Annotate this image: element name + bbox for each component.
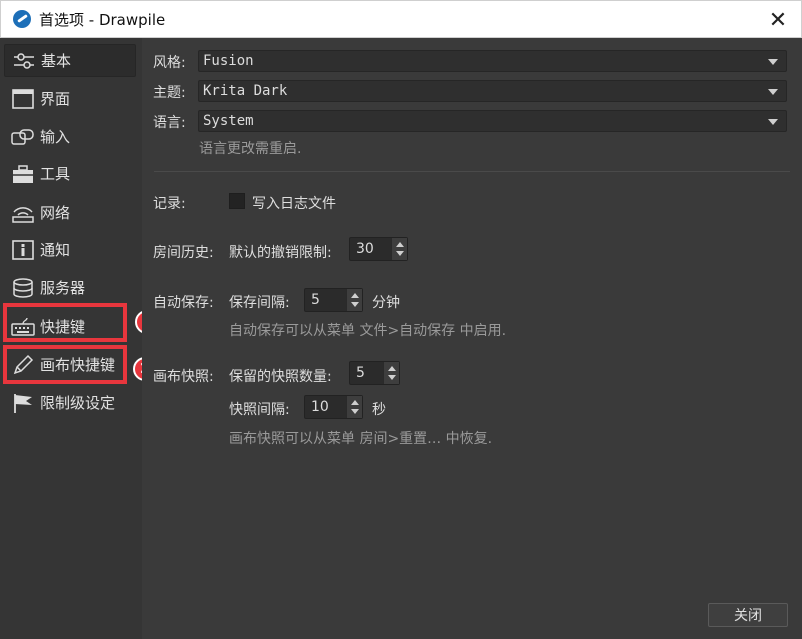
spin-buttons [346, 289, 362, 311]
sidebar-item-label: 快捷键 [40, 318, 86, 336]
autosave-interval-label: 保存间隔: [229, 295, 290, 311]
logging-label: 记录: [153, 196, 186, 212]
keyboard-icon [10, 316, 36, 338]
tablet-icon [10, 126, 36, 148]
sidebar-item-general[interactable]: 基本 [4, 44, 136, 77]
chevron-down-icon [768, 89, 778, 95]
close-button[interactable]: 关闭 [708, 603, 788, 627]
snapshot-interval-value: 10 [311, 399, 329, 415]
sidebar-item-label: 服务器 [40, 279, 86, 297]
snapshot-hint: 画布快照可以从菜单 房间>重置… 中恢复. [229, 431, 493, 447]
sidebar-item-label: 限制级设定 [40, 394, 116, 412]
style-combobox[interactable]: Fusion [198, 50, 787, 72]
theme-value: Krita Dark [203, 83, 288, 99]
write-log-checkbox[interactable] [229, 193, 245, 209]
language-value: System [203, 113, 254, 129]
sidebar-item-servers[interactable]: 服务器 [4, 271, 136, 304]
info-icon [10, 239, 36, 261]
spin-buttons [383, 362, 399, 384]
sidebar-item-interface[interactable]: 界面 [4, 82, 136, 115]
increment-arrow-icon[interactable] [388, 366, 396, 371]
sidebar-item-network[interactable]: 网络 [4, 196, 136, 229]
snapshot-count-spinbox[interactable]: 5 [349, 361, 400, 385]
autosave-unit: 分钟 [372, 295, 400, 311]
close-window-button[interactable]: ✕ [755, 1, 801, 39]
sliders-icon [11, 50, 37, 72]
network-icon [10, 202, 36, 224]
snapshot-unit: 秒 [372, 402, 386, 418]
undo-limit-value: 30 [356, 241, 374, 257]
section-divider [154, 171, 790, 172]
theme-combobox[interactable]: Krita Dark [198, 80, 787, 102]
sidebar-item-shortcuts[interactable]: 快捷键 [4, 310, 136, 343]
title-bar: 首选项 - Drawpile ✕ [0, 0, 802, 38]
window-title: 首选项 - Drawpile [39, 10, 166, 29]
spin-buttons [346, 396, 362, 418]
autosave-hint: 自动保存可以从菜单 文件>自动保存 中启用. [229, 323, 507, 339]
drawpile-app-icon [13, 10, 31, 28]
decrement-arrow-icon[interactable] [351, 409, 359, 414]
sidebar-item-input[interactable]: 输入 [4, 120, 136, 153]
toolbox-icon [10, 163, 36, 185]
sidebar-item-label: 界面 [40, 90, 71, 108]
sidebar-item-label: 输入 [40, 128, 71, 146]
sidebar-item-label: 基本 [41, 52, 72, 70]
pencil-icon [10, 354, 36, 376]
decrement-arrow-icon[interactable] [351, 302, 359, 307]
decrement-arrow-icon[interactable] [388, 375, 396, 380]
snapshot-count-label: 保留的快照数量: [229, 369, 332, 385]
write-log-label[interactable]: 写入日志文件 [252, 193, 336, 213]
sidebar-item-canvas-shortcuts[interactable]: 画布快捷键 [4, 348, 136, 381]
sidebar-item-label: 网络 [40, 204, 71, 222]
autosave-interval-value: 5 [311, 292, 320, 308]
preferences-sidebar: 基本 界面 输入 工具 网络 通知 服务器 快捷键 画布快捷键 限制级设定 [0, 38, 142, 639]
sidebar-item-notifications[interactable]: 通知 [4, 233, 136, 266]
theme-label: 主题: [153, 85, 186, 101]
sidebar-item-label: 画布快捷键 [40, 356, 116, 374]
increment-arrow-icon[interactable] [351, 293, 359, 298]
sidebar-item-tools[interactable]: 工具 [4, 157, 136, 190]
snapshot-interval-spinbox[interactable]: 10 [304, 395, 363, 419]
sidebar-item-label: 通知 [40, 241, 71, 259]
chevron-down-icon [768, 59, 778, 65]
increment-arrow-icon[interactable] [351, 400, 359, 405]
general-settings-panel: 风格: Fusion 主题: Krita Dark 语言: System 语言更… [142, 38, 802, 639]
snapshot-label: 画布快照: [153, 369, 214, 385]
sidebar-item-content-filter[interactable]: 限制级设定 [4, 386, 136, 419]
decrement-arrow-icon[interactable] [396, 251, 404, 256]
snapshot-interval-label: 快照间隔: [229, 402, 290, 418]
database-icon [10, 277, 36, 299]
room-history-label: 房间历史: [153, 245, 214, 261]
sidebar-item-label: 工具 [40, 165, 71, 183]
language-combobox[interactable]: System [198, 110, 787, 132]
chevron-down-icon [768, 119, 778, 125]
undo-limit-spinbox[interactable]: 30 [349, 237, 408, 261]
snapshot-count-value: 5 [356, 365, 365, 381]
increment-arrow-icon[interactable] [396, 242, 404, 247]
autosave-interval-spinbox[interactable]: 5 [304, 288, 363, 312]
language-restart-hint: 语言更改需重启. [199, 141, 302, 157]
style-value: Fusion [203, 53, 254, 69]
spin-buttons [391, 238, 407, 260]
undo-limit-label: 默认的撤销限制: [229, 245, 332, 261]
flag-icon [10, 392, 36, 414]
language-label: 语言: [153, 115, 186, 131]
autosave-label: 自动保存: [153, 295, 214, 311]
window-icon [10, 88, 36, 110]
style-label: 风格: [153, 55, 186, 71]
